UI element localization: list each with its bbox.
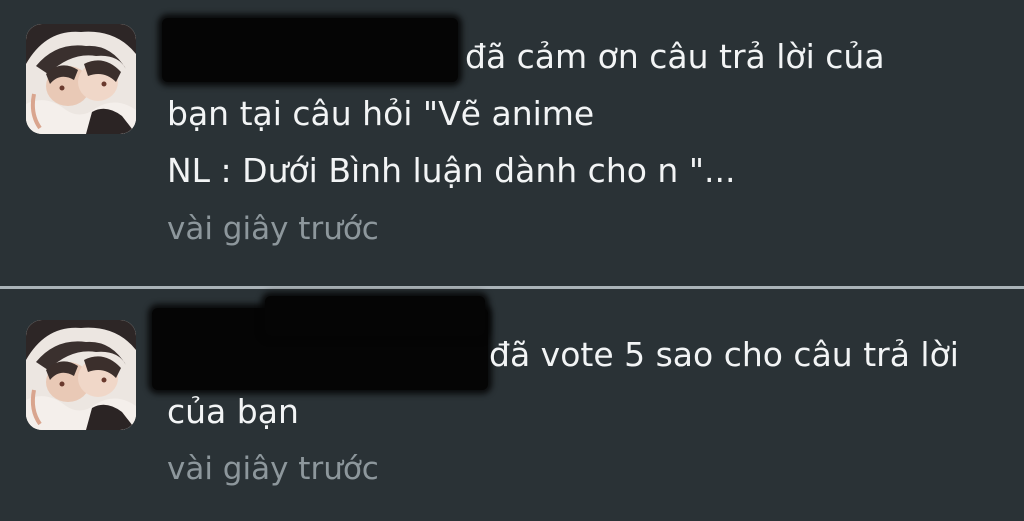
notification-list: đã cảm ơn câu trả lời của bạn tại câu hỏ… bbox=[0, 0, 1024, 521]
user-avatar-icon[interactable] bbox=[26, 320, 136, 430]
notification-message: đã cảm ơn câu trả lời của bạn tại câu hỏ… bbox=[167, 28, 1007, 199]
notification-item[interactable]: đã cảm ơn câu trả lời của bạn tại câu hỏ… bbox=[0, 0, 1024, 287]
message-line: NL : Dưới Bình luận dành cho n "... bbox=[167, 151, 736, 190]
message-line: của bạn bbox=[167, 392, 299, 431]
notification-message: đã vote 5 sao cho câu trả lời của bạn bbox=[167, 326, 1007, 440]
notification-item[interactable]: đã vote 5 sao cho câu trả lời của bạn và… bbox=[0, 290, 1024, 521]
notification-divider bbox=[0, 286, 1024, 289]
message-line: bạn tại câu hỏi "Vẽ anime bbox=[167, 94, 595, 133]
notification-time: vài giây trước bbox=[167, 211, 379, 247]
user-avatar-icon[interactable] bbox=[26, 24, 136, 134]
message-line: đã vote 5 sao cho câu trả lời bbox=[489, 335, 959, 374]
message-line: đã cảm ơn câu trả lời của bbox=[465, 37, 885, 76]
notification-time: vài giây trước bbox=[167, 451, 379, 487]
